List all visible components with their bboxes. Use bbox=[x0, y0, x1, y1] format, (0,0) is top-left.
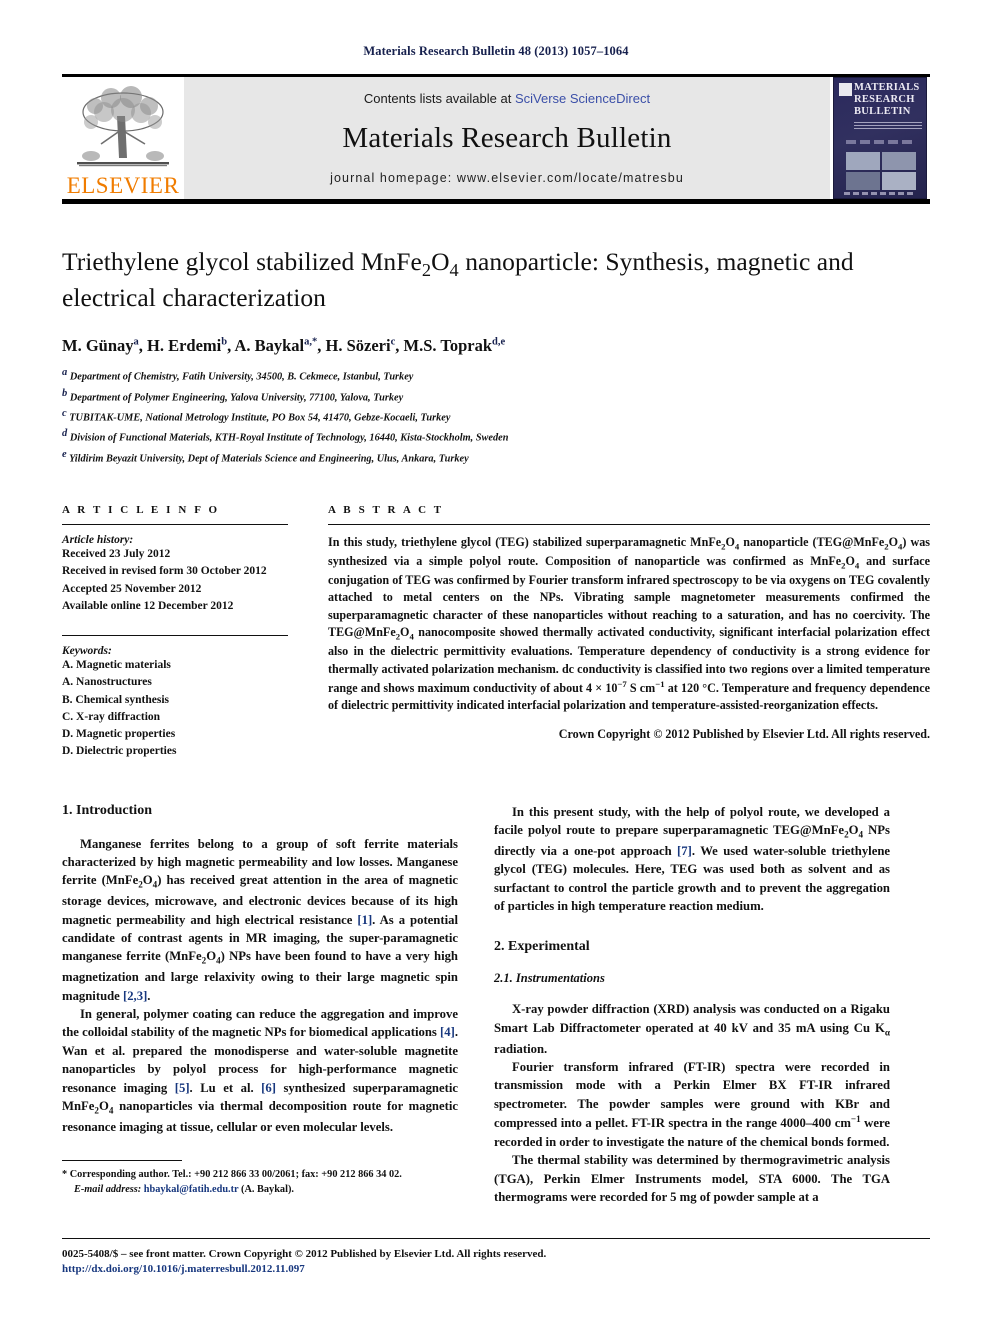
article-page: Materials Research Bulletin 48 (2013) 10… bbox=[0, 0, 992, 1323]
keyword-item: D. Dielectric properties bbox=[62, 745, 177, 758]
affiliation-list: a Department of Chemistry, Fatih Univers… bbox=[62, 365, 930, 467]
paragraph: In general, polymer coating can reduce t… bbox=[62, 1006, 459, 1134]
paragraph: Fourier transform infrared (FT-IR) spect… bbox=[494, 1059, 890, 1149]
author-list: M. Günaya, H. Erdemib, A. Baykala,*, H. … bbox=[62, 336, 506, 356]
email-label: E-mail address: bbox=[74, 1184, 142, 1196]
paragraph: The thermal stability was determined by … bbox=[494, 1153, 890, 1205]
page-title: Triethylene glycol stabilized MnFe2O4 na… bbox=[62, 247, 854, 313]
keyword-item: B. Chemical synthesis bbox=[62, 693, 170, 706]
abstract-text: In this study, triethylene glycol (TEG) … bbox=[328, 535, 931, 713]
email-link[interactable]: hbaykal@fatih.edu.tr bbox=[144, 1184, 239, 1195]
journal-header: ELSEVIER Contents lists available at Sci… bbox=[62, 74, 930, 204]
footnote-rule bbox=[62, 1160, 182, 1161]
affiliation-item: e Yildirim Beyazit University, Dept of M… bbox=[62, 448, 469, 465]
affiliation-item: a Department of Chemistry, Fatih Univers… bbox=[62, 367, 414, 383]
info-abstract-area: A R T I C L E I N F O Article history: R… bbox=[62, 504, 930, 761]
abstract-column: A B S T R A C T In this study, triethyle… bbox=[312, 504, 930, 761]
bottom-block: 0025-5408/$ – see front matter. Crown Co… bbox=[62, 1238, 930, 1275]
article-history-label: Article history: bbox=[62, 534, 134, 547]
footnote-block: * Corresponding author. Tel.: +90 212 86… bbox=[62, 1160, 458, 1198]
keyword-item: D. Magnetic properties bbox=[62, 728, 176, 741]
keyword-item: A. Magnetic materials bbox=[62, 659, 171, 672]
keywords-block: Keywords: A. Magnetic materials A. Nanos… bbox=[62, 635, 288, 761]
history-online: Available online 12 December 2012 bbox=[62, 599, 234, 612]
section-heading-experimental: 2. Experimental bbox=[494, 939, 590, 955]
abstract-rule bbox=[328, 524, 930, 526]
contents-prefix: Contents lists available at bbox=[363, 91, 515, 106]
keyword-item: C. X-ray diffraction bbox=[62, 710, 161, 723]
affiliation-item: c TUBITAK-UME, National Metrology Instit… bbox=[62, 408, 451, 424]
keywords-label: Keywords: bbox=[62, 645, 112, 658]
journal-cover-thumbnail: MATERIALS RESEARCH BULLETIN bbox=[830, 77, 930, 199]
section-heading-introduction: 1. Introduction bbox=[62, 802, 152, 818]
keyword-item: A. Nanostructures bbox=[62, 676, 152, 689]
journal-title: Materials Research Bulletin bbox=[342, 122, 672, 154]
doi-link[interactable]: http://dx.doi.org/10.1016/j.materresbull… bbox=[62, 1263, 930, 1275]
cover-strip bbox=[846, 140, 916, 144]
article-info-column: A R T I C L E I N F O Article history: R… bbox=[62, 504, 312, 761]
cover-title-text: MATERIALS RESEARCH BULLETIN bbox=[854, 82, 920, 117]
journal-homepage-link[interactable]: journal homepage: www.elsevier.com/locat… bbox=[330, 171, 684, 185]
body-column-right: In this present study, with the help of … bbox=[494, 803, 890, 1207]
journal-header-center: Contents lists available at SciVerse Sci… bbox=[184, 77, 830, 199]
cover-subtitle-lines bbox=[854, 122, 922, 130]
bottom-rule bbox=[62, 1238, 930, 1239]
corresponding-author-note: * Corresponding author. Tel.: +90 212 86… bbox=[62, 1169, 402, 1180]
running-head: Materials Research Bulletin 48 (2013) 10… bbox=[363, 44, 629, 58]
abstract-copyright: Crown Copyright © 2012 Published by Else… bbox=[558, 726, 930, 741]
article-info-rule bbox=[62, 524, 288, 526]
affiliation-item: d Division of Functional Materials, KTH-… bbox=[62, 428, 509, 444]
elsevier-logo: ELSEVIER bbox=[62, 77, 184, 199]
body-columns: 1. Introduction Manganese ferrites belon… bbox=[62, 803, 930, 1207]
paragraph: In this present study, with the help of … bbox=[494, 804, 891, 913]
subsection-heading-instrumentations: 2.1. Instrumentations bbox=[494, 971, 605, 986]
elsevier-tree-icon bbox=[77, 86, 169, 167]
article-info-heading: A R T I C L E I N F O bbox=[62, 504, 220, 517]
keywords-rule bbox=[62, 635, 288, 637]
cover-image-grid bbox=[846, 152, 916, 190]
paragraph: Manganese ferrites belong to a group of … bbox=[62, 836, 458, 1003]
paragraph: X-ray powder diffraction (XRD) analysis … bbox=[494, 1002, 890, 1056]
affiliation-item: b Department of Polymer Engineering, Yal… bbox=[62, 387, 404, 404]
cover-footer-lines bbox=[844, 192, 916, 195]
body-column-left: 1. Introduction Manganese ferrites belon… bbox=[62, 803, 458, 1207]
abstract-heading: A B S T R A C T bbox=[328, 504, 444, 517]
history-accepted: Accepted 25 November 2012 bbox=[62, 582, 202, 595]
email-owner: (A. Baykal). bbox=[241, 1184, 294, 1196]
contents-available-line: Contents lists available at SciVerse Sci… bbox=[364, 91, 650, 106]
sciencedirect-link[interactable]: SciVerse ScienceDirect bbox=[515, 91, 650, 106]
header-bottom-rule bbox=[62, 199, 930, 204]
email-note: E-mail address: hbaykal@fatih.edu.tr (A.… bbox=[62, 1182, 458, 1197]
history-revised: Received in revised form 30 October 2012 bbox=[62, 565, 267, 578]
elsevier-wordmark: ELSEVIER bbox=[66, 173, 180, 198]
cover-publisher-badge bbox=[839, 83, 852, 96]
issn-copyright-line: 0025-5408/$ – see front matter. Crown Co… bbox=[62, 1248, 547, 1260]
history-received: Received 23 July 2012 bbox=[62, 548, 171, 561]
